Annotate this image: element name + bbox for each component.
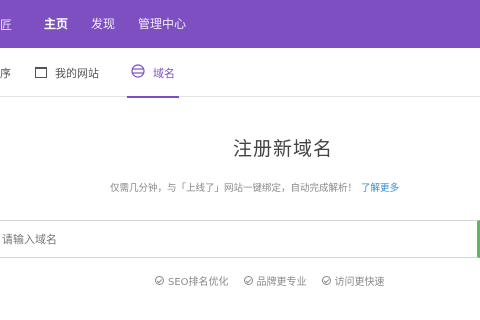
feature-label: 访问更快速	[334, 277, 385, 288]
domain-search-input[interactable]	[0, 221, 477, 257]
tab-domains[interactable]: 域名	[127, 48, 179, 98]
tab-order[interactable]: 序	[0, 48, 11, 97]
sub-navigation-bar: 序 我的网站 域名	[0, 48, 480, 98]
page-title: 注册新域名	[233, 138, 334, 160]
top-nav: 主页 发现 管理中心	[44, 0, 209, 48]
feature-label: 品牌更专业	[256, 277, 307, 288]
brand-logo-fragment[interactable]: 匠	[0, 16, 12, 33]
subtitle-text: 仅需几分钟，与「上线了」网站一键绑定，自动完成解析！	[110, 183, 358, 194]
top-navigation-bar: 匠 主页 发现 管理中心	[0, 0, 480, 48]
feature-item: 品牌更专业	[243, 273, 307, 288]
tab-label: 序	[0, 66, 11, 80]
tab-label: 我的网站	[55, 66, 99, 80]
check-circle-icon	[155, 276, 164, 285]
nav-item-home[interactable]: 主页	[44, 0, 68, 48]
feature-list: SEO排名优化 品牌更专业 访问更快速	[155, 273, 400, 288]
learn-more-link[interactable]: 了解更多	[361, 183, 399, 194]
nav-item-admin-center[interactable]: 管理中心	[138, 0, 186, 48]
feature-item: SEO排名优化	[155, 273, 229, 288]
tab-my-sites[interactable]: 我的网站	[35, 48, 99, 97]
tab-label: 域名	[153, 66, 175, 80]
check-circle-icon	[243, 276, 253, 285]
box-icon	[35, 67, 47, 78]
check-circle-icon	[321, 276, 331, 285]
domain-search-box	[0, 220, 480, 258]
feature-label: SEO排名优化	[168, 277, 229, 288]
globe-icon	[131, 64, 145, 81]
page-subtitle: 仅需几分钟，与「上线了」网站一键绑定，自动完成解析！ 了解更多	[110, 180, 399, 194]
feature-item: 访问更快速	[321, 273, 385, 288]
nav-item-discover[interactable]: 发现	[91, 0, 115, 48]
